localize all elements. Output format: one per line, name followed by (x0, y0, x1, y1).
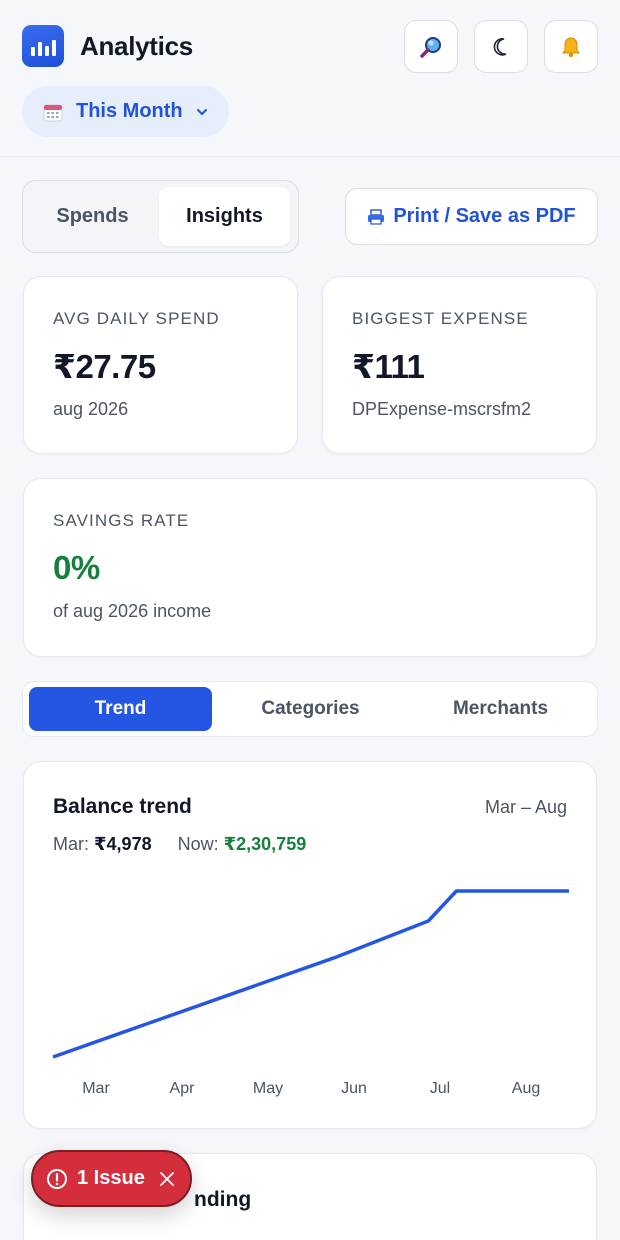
x-tick-label: Aug (512, 1080, 540, 1097)
tab-categories[interactable]: Categories (219, 687, 402, 731)
month-selector[interactable]: This Month (22, 86, 229, 137)
theme-toggle-button[interactable] (474, 20, 528, 73)
tab-trend[interactable]: Trend (29, 687, 212, 731)
calendar-icon (43, 104, 63, 121)
page-title: Analytics (80, 31, 193, 61)
x-tick-label: May (253, 1080, 283, 1097)
spending-card-title: nding (194, 1188, 252, 1211)
balance-trend-chart: Mar Apr May Jun Jul Aug (52, 889, 569, 1097)
stat-value: 0% (53, 549, 100, 586)
stat-subtitle: DPExpense-mscrsfm2 (352, 399, 532, 419)
printer-icon (368, 208, 385, 225)
notifications-button[interactable] (544, 20, 598, 73)
avg-daily-spend-card: AVG DAILY SPEND ₹27.75 aug 2026 (23, 276, 298, 454)
analytics-logo-icon (22, 25, 64, 67)
insights-tabs: Trend Categories Merchants (22, 681, 598, 737)
stat-label: AVG DAILY SPEND (53, 309, 220, 328)
search-icon (420, 36, 441, 58)
view-toggle: Spends Insights (22, 180, 299, 253)
biggest-expense-card: BIGGEST EXPENSE ₹111 DPExpense-mscrsfm2 (322, 276, 597, 454)
stat-label: BIGGEST EXPENSE (352, 309, 529, 328)
x-tick-label: Mar (82, 1080, 110, 1097)
print-save-pdf-label: Print / Save as PDF (393, 205, 576, 227)
x-tick-label: Jun (341, 1080, 367, 1097)
close-icon[interactable] (158, 1170, 176, 1188)
stat-label: SAVINGS RATE (53, 511, 190, 530)
app-header: Analytics This Month (0, 0, 620, 157)
tab-merchants[interactable]: Merchants (409, 687, 592, 731)
tab-insights[interactable]: Insights (159, 187, 290, 246)
balance-trend-line (52, 889, 569, 1059)
x-tick-label: Jul (430, 1080, 450, 1097)
issue-badge[interactable]: 1 Issue (31, 1150, 192, 1207)
stat-value: ₹27.75 (53, 348, 156, 385)
month-selector-label: This Month (76, 100, 183, 122)
stat-subtitle: of aug 2026 income (53, 601, 212, 621)
alert-icon (47, 1168, 67, 1189)
stat-value: ₹111 (352, 348, 425, 385)
search-button[interactable] (404, 20, 458, 73)
balance-trend-card: Balance trend Mar – Aug Mar: ₹4,978 Now:… (23, 761, 597, 1129)
print-save-pdf-button[interactable]: Print / Save as PDF (345, 188, 598, 245)
issue-badge-label: 1 Issue (77, 1167, 145, 1189)
chevron-down-icon (196, 108, 207, 115)
tab-spends[interactable]: Spends (27, 187, 158, 246)
bell-icon (562, 36, 580, 57)
x-tick-label: Apr (170, 1080, 196, 1097)
stat-subtitle: aug 2026 (53, 399, 129, 419)
theme-moon-icon (493, 37, 507, 56)
savings-rate-card: SAVINGS RATE 0% of aug 2026 income (23, 478, 597, 657)
